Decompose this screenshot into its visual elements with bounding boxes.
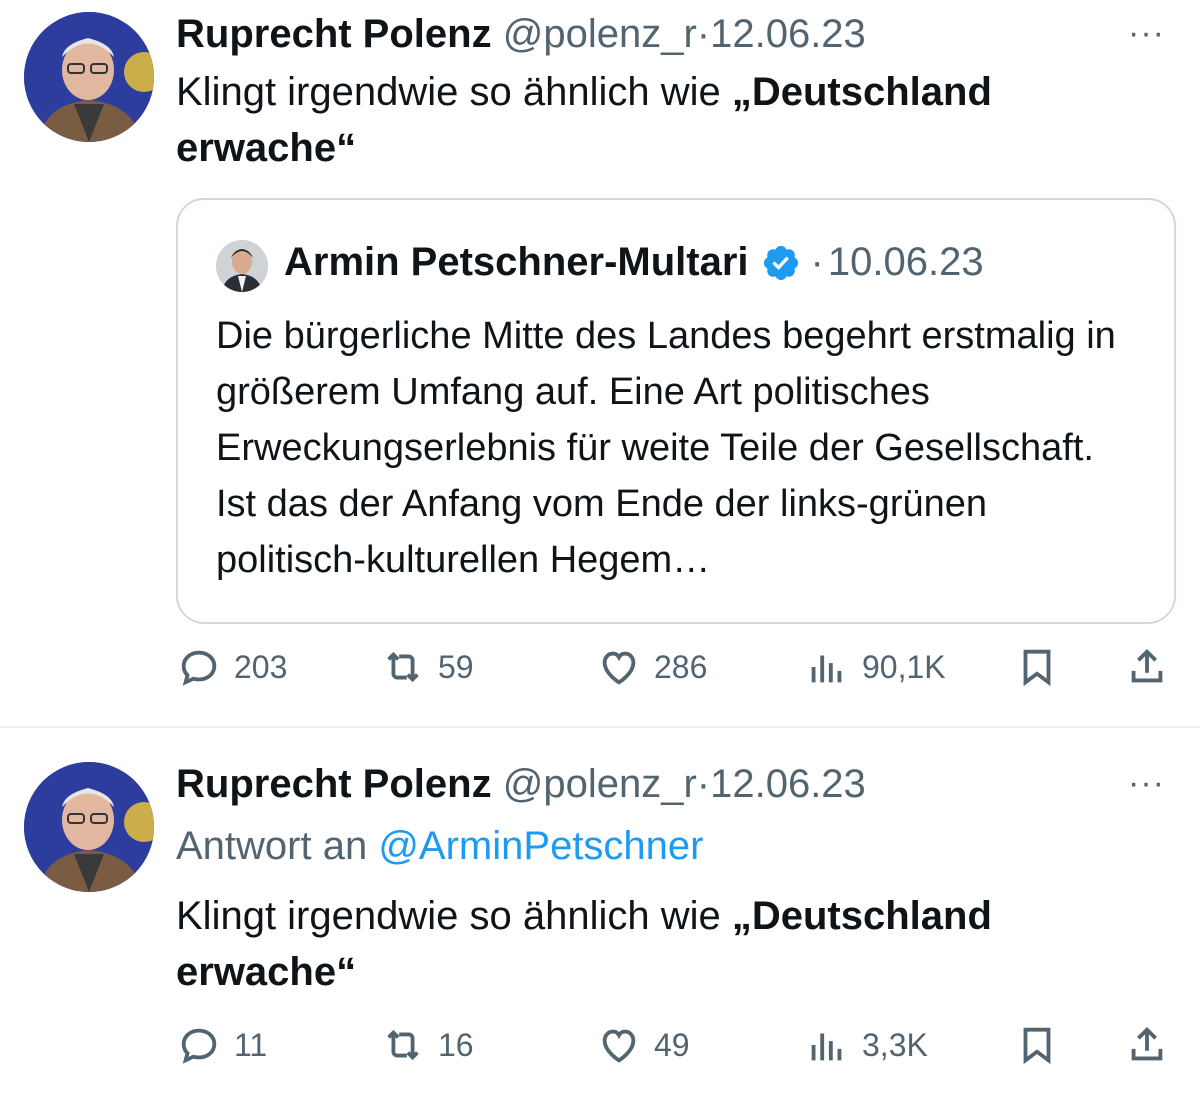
views-button[interactable]: 90,1K [804,644,946,690]
views-count: 3,3K [862,1026,928,1063]
author-handle[interactable]: @polenz_r [503,762,697,806]
views-count: 90,1K [862,648,946,685]
avatar[interactable] [24,12,154,142]
reply-icon [181,1028,217,1064]
more-options-icon[interactable]: ··· [1128,764,1165,803]
author-handle[interactable]: @polenz_r [503,12,697,56]
quoted-author-name[interactable]: Armin Petschner-Multari [284,240,749,285]
like-button[interactable]: 49 [596,1022,690,1068]
quoted-tweet-text: Die bürgerliche Mitte des Landes begehrt… [216,315,1116,581]
like-icon [602,1029,636,1063]
tweet-text: Klingt irgendwie so ähnlich wie „Deutsch… [176,888,1156,1000]
retweet-icon [387,651,419,683]
share-icon [1131,648,1163,683]
share-icon [1131,1026,1163,1061]
reply-prefix: Antwort an [176,824,379,868]
separator-dot: · [696,12,711,56]
tweet-text: Klingt irgendwie so ähnlich wie „Deutsch… [176,64,1156,176]
author-name[interactable]: Ruprecht Polenz [176,12,492,56]
views-icon [811,1033,842,1061]
bookmark-button[interactable] [1014,644,1060,690]
retweet-button[interactable]: 16 [380,1022,474,1068]
tweet-date[interactable]: 12.06.23 [710,762,866,806]
tweet-header: Ruprecht Polenz @polenz_r·12.06.23 [176,764,866,804]
retweet-button[interactable]: 59 [380,644,474,690]
tweet-header: Ruprecht Polenz @polenz_r·12.06.23 [176,14,866,54]
reply-button[interactable]: 11 [176,1022,267,1068]
like-count: 286 [654,648,708,685]
like-count: 49 [654,1026,690,1063]
bookmark-icon [1023,1027,1051,1065]
tweet-text-plain: Klingt irgendwie so ähnlich wie [176,894,732,938]
views-button[interactable]: 3,3K [804,1022,928,1068]
separator-dot: · [696,762,711,806]
verified-badge-icon [761,243,801,283]
like-icon [602,651,636,685]
quoted-author-avatar [216,240,268,292]
retweet-count: 59 [438,648,474,685]
retweet-icon [387,1029,419,1061]
tweet-text-plain: Klingt irgendwie so ähnlich wie [176,70,732,114]
reply-handle-link[interactable]: @ArminPetschner [378,824,703,868]
separator-dot: · [810,240,824,284]
reply-icon [181,650,217,686]
tweet-date[interactable]: 12.06.23 [710,12,866,56]
views-icon [811,655,842,683]
quoted-tweet-header: Armin Petschner-Multari · 10.06.23 [284,240,984,285]
quoted-tweet-date[interactable]: 10.06.23 [828,240,984,285]
author-name[interactable]: Ruprecht Polenz [176,762,492,806]
like-button[interactable]: 286 [596,644,707,690]
reply-count: 11 [234,1026,268,1063]
avatar[interactable] [24,762,154,892]
more-options-icon[interactable]: ··· [1128,14,1165,53]
reply-count: 203 [234,648,288,685]
reply-context: Antwort an @ArminPetschner [176,824,703,869]
bookmark-button[interactable] [1014,1022,1060,1068]
tweet-divider [0,726,1200,728]
reply-button[interactable]: 203 [176,644,287,690]
share-button[interactable] [1124,644,1170,690]
retweet-count: 16 [438,1026,474,1063]
quoted-tweet-card[interactable]: Armin Petschner-Multari · 10.06.23 Die b… [176,198,1176,624]
bookmark-icon [1023,649,1051,687]
share-button[interactable] [1124,1022,1170,1068]
